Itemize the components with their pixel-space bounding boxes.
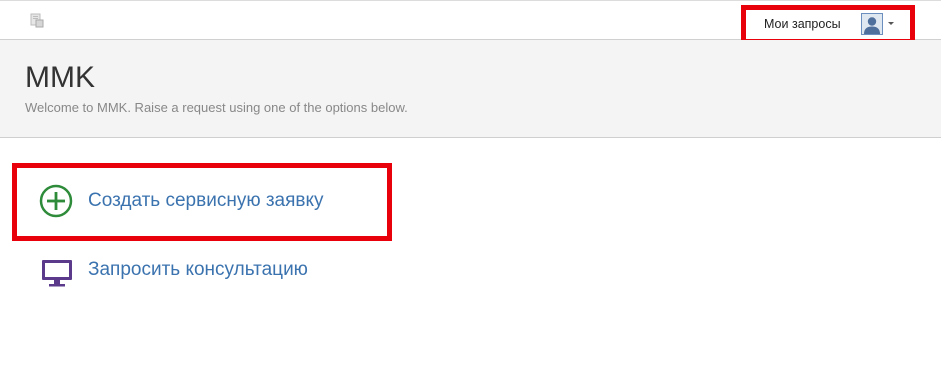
request-consultation-option[interactable]: Запросить консультацию: [12, 232, 392, 310]
top-navigation-bar: Мои запросы: [0, 0, 941, 44]
create-service-request-label[interactable]: Создать сервисную заявку: [88, 189, 324, 213]
page-title: MMK: [25, 61, 95, 94]
create-service-request-option[interactable]: Создать сервисную заявку: [12, 163, 392, 241]
page-header: MMK Welcome to MMK. Raise a request usin…: [0, 40, 941, 138]
caret-down-icon[interactable]: [888, 22, 894, 25]
monitor-icon: [40, 257, 74, 291]
page-subtitle: Welcome to MMK. Raise a request using on…: [25, 100, 408, 115]
help-center-logo-icon[interactable]: [30, 13, 44, 28]
my-requests-link[interactable]: Мои запросы: [764, 17, 841, 31]
user-avatar-icon[interactable]: [861, 13, 883, 35]
plus-circle-icon: [39, 184, 73, 218]
user-menu-area: Мои запросы: [741, 5, 915, 44]
request-consultation-label[interactable]: Запросить консультацию: [88, 258, 308, 282]
